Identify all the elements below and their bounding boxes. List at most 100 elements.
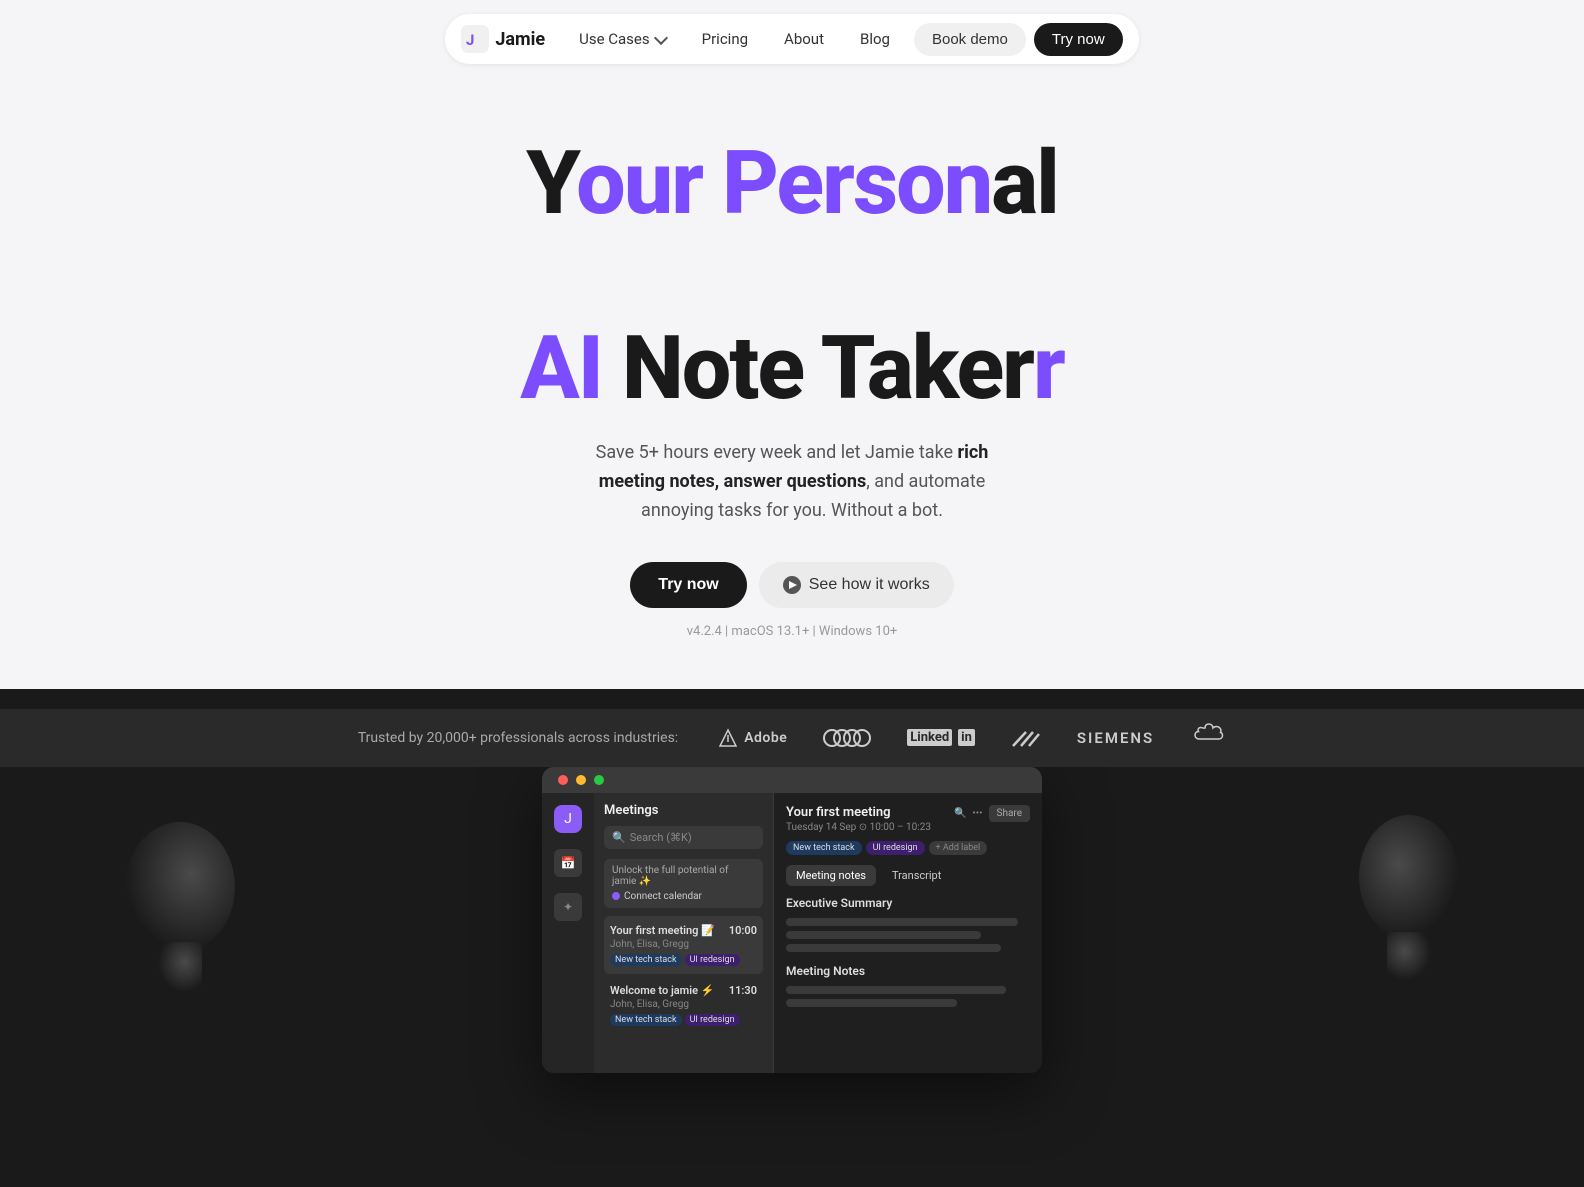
meeting-item-1[interactable]: Your first meeting 📝 10:00 John, Elisa, … bbox=[604, 916, 763, 974]
meeting-actions: 🔍 ••• Share bbox=[954, 805, 1030, 822]
meeting-title-2: Welcome to jamie ⚡ 11:30 bbox=[610, 984, 757, 997]
linkedin-logo: Linked in bbox=[907, 729, 975, 746]
meeting-name-2: Welcome to jamie ⚡ bbox=[610, 984, 714, 997]
siemens-text: SIEMENS bbox=[1077, 729, 1154, 747]
tag-tech-stack-2: New tech stack bbox=[610, 1014, 682, 1026]
meetings-panel: Meetings 🔍 Search (⌘K) Unlock the full p… bbox=[594, 793, 774, 1073]
app-topbar bbox=[542, 767, 1042, 793]
try-now-hero-button[interactable]: Try now bbox=[630, 562, 746, 608]
salesforce-icon bbox=[1190, 723, 1226, 753]
app-main-panel: Your first meeting Tuesday 14 Sep ⊙ 10:0… bbox=[774, 793, 1042, 1073]
panel-title: Meetings bbox=[604, 803, 763, 818]
app-section: Trusted by 20,000+ professionals across … bbox=[0, 689, 1584, 1187]
adidas-icon bbox=[1011, 728, 1041, 748]
search-icon-small: 🔍 bbox=[612, 831, 626, 844]
text-line-1 bbox=[786, 918, 1018, 926]
nav-links: Use Cases Pricing About Blog bbox=[563, 22, 906, 56]
meeting-header: Your first meeting Tuesday 14 Sep ⊙ 10:0… bbox=[786, 805, 1030, 833]
see-how-label: See how it works bbox=[809, 576, 930, 594]
meeting-notes-section: Meeting Notes bbox=[786, 964, 1030, 1007]
tag-ui-redesign-1: UI redesign bbox=[685, 954, 740, 966]
logo[interactable]: J Jamie bbox=[461, 25, 545, 53]
search-action-icon[interactable]: 🔍 bbox=[954, 808, 966, 819]
title-personal: Person bbox=[722, 132, 991, 235]
trusted-logos: Adobe Linked in bbox=[718, 723, 1226, 753]
dot-green bbox=[594, 775, 604, 785]
sidebar-jamie-icon: J bbox=[554, 805, 582, 833]
meeting-meta: Tuesday 14 Sep ⊙ 10:00 – 10:23 bbox=[786, 822, 931, 833]
main-meeting-title: Your first meeting bbox=[786, 805, 931, 820]
text-line-5 bbox=[786, 999, 957, 1007]
linkedin-text: Linked bbox=[907, 729, 952, 746]
book-demo-button[interactable]: Book demo bbox=[914, 23, 1026, 56]
navbar: J Jamie Use Cases Pricing About Blog Boo… bbox=[0, 0, 1584, 78]
adobe-icon bbox=[718, 728, 738, 748]
svg-text:J: J bbox=[466, 31, 474, 49]
meeting-tags-2: New tech stack UI redesign bbox=[610, 1014, 757, 1026]
person-left bbox=[0, 767, 340, 1187]
hero-buttons: Try now See how it works bbox=[20, 562, 1564, 608]
dot-red bbox=[558, 775, 568, 785]
executive-summary-section: Executive Summary bbox=[786, 896, 1030, 952]
tab-meeting-notes[interactable]: Meeting notes bbox=[786, 865, 876, 886]
meeting-date: Tuesday 14 Sep bbox=[786, 822, 856, 833]
tab-transcript[interactable]: Transcript bbox=[882, 865, 951, 886]
audi-ring-4 bbox=[853, 729, 871, 747]
nav-link-pricing[interactable]: Pricing bbox=[686, 22, 764, 56]
sidebar-star-icon: ✦ bbox=[554, 893, 582, 921]
content-tabs: Meeting notes Transcript bbox=[786, 865, 1030, 886]
share-button[interactable]: Share bbox=[989, 805, 1030, 822]
nav-link-blog[interactable]: Blog bbox=[844, 22, 906, 56]
audi-logo bbox=[823, 729, 871, 747]
label-tag-add[interactable]: + Add label bbox=[929, 841, 988, 855]
hero-title: Your Personal AI Note Takerr bbox=[20, 138, 1564, 415]
meeting-time-range: 10:00 – 10:23 bbox=[870, 822, 931, 833]
person-right bbox=[1244, 767, 1584, 1187]
meeting-title-1: Your first meeting 📝 10:00 bbox=[610, 924, 757, 937]
nav-link-use-cases[interactable]: Use Cases bbox=[563, 22, 682, 56]
dot-yellow bbox=[576, 775, 586, 785]
meeting-name-1: Your first meeting 📝 bbox=[610, 924, 715, 937]
executive-summary-title: Executive Summary bbox=[786, 896, 1030, 910]
meeting-participants-1: John, Elisa, Gregg bbox=[610, 939, 757, 950]
subtitle-bold: rich meeting notes, answer questions bbox=[599, 442, 989, 492]
trusted-bar: Trusted by 20,000+ professionals across … bbox=[0, 709, 1584, 767]
tag-tech-stack-1: New tech stack bbox=[610, 954, 682, 966]
hero-title-line2: AI Note Takerr bbox=[20, 323, 1564, 415]
logo-icon: J bbox=[461, 25, 489, 53]
text-line-4 bbox=[786, 986, 1006, 994]
audi-rings bbox=[823, 729, 871, 747]
notification-text: Unlock the full potential of jamie ✨ bbox=[612, 865, 755, 887]
notification-bar: Unlock the full potential of jamie ✨ Con… bbox=[604, 859, 763, 908]
version-info: v4.2.4 | macOS 13.1+ | Windows 10+ bbox=[20, 624, 1564, 639]
title-our: our bbox=[576, 132, 722, 235]
label-tag-ui: UI redesign bbox=[866, 841, 925, 855]
tag-ui-redesign-2: UI redesign bbox=[685, 1014, 740, 1026]
app-sidebar: J 📅 ✦ bbox=[542, 793, 594, 1073]
label-tag-tech: New tech stack bbox=[786, 841, 862, 855]
app-content: J 📅 ✦ Meetings 🔍 Search (⌘K) Unlock the … bbox=[542, 793, 1042, 1073]
adobe-text: Adobe bbox=[744, 730, 787, 746]
siemens-logo: SIEMENS bbox=[1077, 729, 1154, 747]
meeting-time-2: 11:30 bbox=[729, 984, 757, 997]
title-al: al bbox=[991, 132, 1058, 235]
nav-link-about[interactable]: About bbox=[768, 22, 840, 56]
title-r: r bbox=[1033, 317, 1064, 420]
meeting-title-area: Your first meeting Tuesday 14 Sep ⊙ 10:0… bbox=[786, 805, 931, 833]
trusted-text: Trusted by 20,000+ professionals across … bbox=[358, 730, 678, 746]
hero-title-line1: Your Personal bbox=[20, 138, 1564, 230]
meeting-tags-1: New tech stack UI redesign bbox=[610, 954, 757, 966]
linkedin-in: in bbox=[958, 729, 975, 746]
sidebar-calendar-icon: 📅 bbox=[554, 849, 582, 877]
meeting-item-2[interactable]: Welcome to jamie ⚡ 11:30 John, Elisa, Gr… bbox=[604, 976, 763, 1034]
search-placeholder: Search (⌘K) bbox=[630, 831, 692, 844]
adidas-logo bbox=[1011, 728, 1041, 748]
see-how-button[interactable]: See how it works bbox=[759, 562, 954, 608]
meeting-participants-2: John, Elisa, Gregg bbox=[610, 999, 757, 1010]
more-action-icon[interactable]: ••• bbox=[972, 808, 982, 819]
text-line-2 bbox=[786, 931, 981, 939]
purple-dot bbox=[612, 892, 620, 900]
try-now-nav-button[interactable]: Try now bbox=[1034, 23, 1123, 56]
salesforce-logo bbox=[1190, 723, 1226, 753]
hero-subtitle: Save 5+ hours every week and let Jamie t… bbox=[582, 439, 1002, 525]
